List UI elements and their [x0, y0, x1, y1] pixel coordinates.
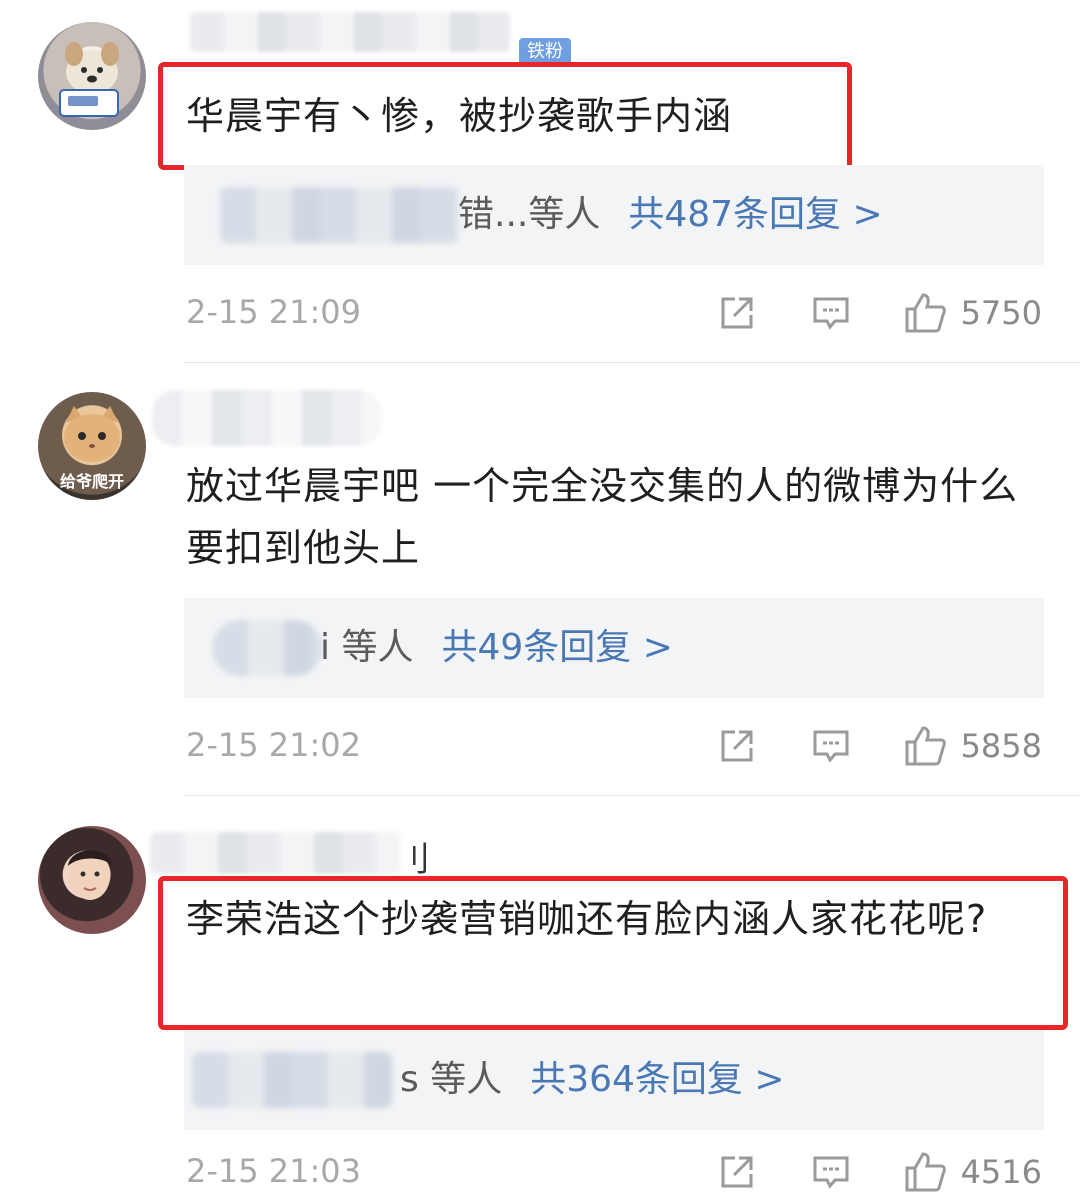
- avatar[interactable]: [38, 22, 146, 130]
- timestamp: 2-15 21:02: [186, 726, 362, 764]
- reply-author-redacted: [220, 187, 460, 243]
- avatar[interactable]: 给爷爬开: [38, 392, 146, 500]
- reply-authors-suffix: i 等人: [320, 627, 414, 668]
- thumbs-up-icon[interactable]: [903, 1150, 947, 1194]
- comment-meta: 2-15 21:09 5750: [186, 285, 1042, 341]
- reply-preview[interactable]: 错...等人 共487条回复 >: [184, 165, 1044, 265]
- thumbs-up-icon[interactable]: [903, 724, 947, 768]
- reply-count-link[interactable]: 共364条回复 >: [530, 1059, 784, 1100]
- reply-preview[interactable]: i 等人 共49条回复 >: [184, 598, 1044, 698]
- reply-authors-suffix: s 等人: [400, 1059, 503, 1100]
- action-bar: 5858: [665, 718, 1042, 774]
- divider: [184, 795, 1080, 796]
- comment-icon[interactable]: [809, 1150, 853, 1194]
- action-bar: 4516: [665, 1144, 1042, 1200]
- share-icon[interactable]: [715, 291, 759, 335]
- like-count: 4516: [960, 1153, 1042, 1191]
- dog-avatar-icon: [59, 42, 119, 117]
- comment-text: 放过华晨宇吧 一个完全没交集的人的微博为什么要扣到他头上: [186, 464, 1019, 570]
- reply-authors-suffix: 错...等人: [458, 194, 601, 235]
- share-icon[interactable]: [715, 1150, 759, 1194]
- reply-preview[interactable]: s 等人 共364条回复 >: [184, 1030, 1044, 1130]
- comment-text: 李荣浩这个抄袭营销咖还有脸内涵人家花花呢?: [186, 897, 988, 941]
- divider: [184, 362, 1080, 363]
- username-redacted[interactable]: [152, 390, 382, 446]
- thumbs-up-icon[interactable]: [903, 291, 947, 335]
- avatar-caption: 给爷爬开: [59, 472, 124, 491]
- comment-text: 华晨宇有丶惨，被抄袭歌手内涵: [186, 94, 733, 138]
- comment-meta: 2-15 21:02 5858: [186, 718, 1042, 774]
- timestamp: 2-15 21:03: [186, 1152, 362, 1190]
- like-count: 5750: [960, 294, 1042, 332]
- avatar[interactable]: [38, 826, 146, 934]
- person-avatar-icon: [68, 850, 112, 900]
- comment-icon[interactable]: [809, 291, 853, 335]
- timestamp: 2-15 21:09: [186, 293, 362, 331]
- action-bar: 5750: [665, 285, 1042, 341]
- username-redacted[interactable]: [150, 832, 400, 874]
- comment-meta: 2-15 21:03 4516: [186, 1144, 1042, 1200]
- username-redacted[interactable]: [190, 12, 510, 52]
- like-count: 5858: [960, 727, 1042, 765]
- reply-count-link[interactable]: 共49条回复 >: [441, 627, 672, 668]
- reply-author-redacted: [192, 1052, 392, 1108]
- reply-author-redacted: [212, 620, 322, 676]
- comment-icon[interactable]: [809, 724, 853, 768]
- reply-count-link[interactable]: 共487条回复 >: [628, 194, 882, 235]
- share-icon[interactable]: [715, 724, 759, 768]
- username-tail: 刂: [396, 840, 430, 880]
